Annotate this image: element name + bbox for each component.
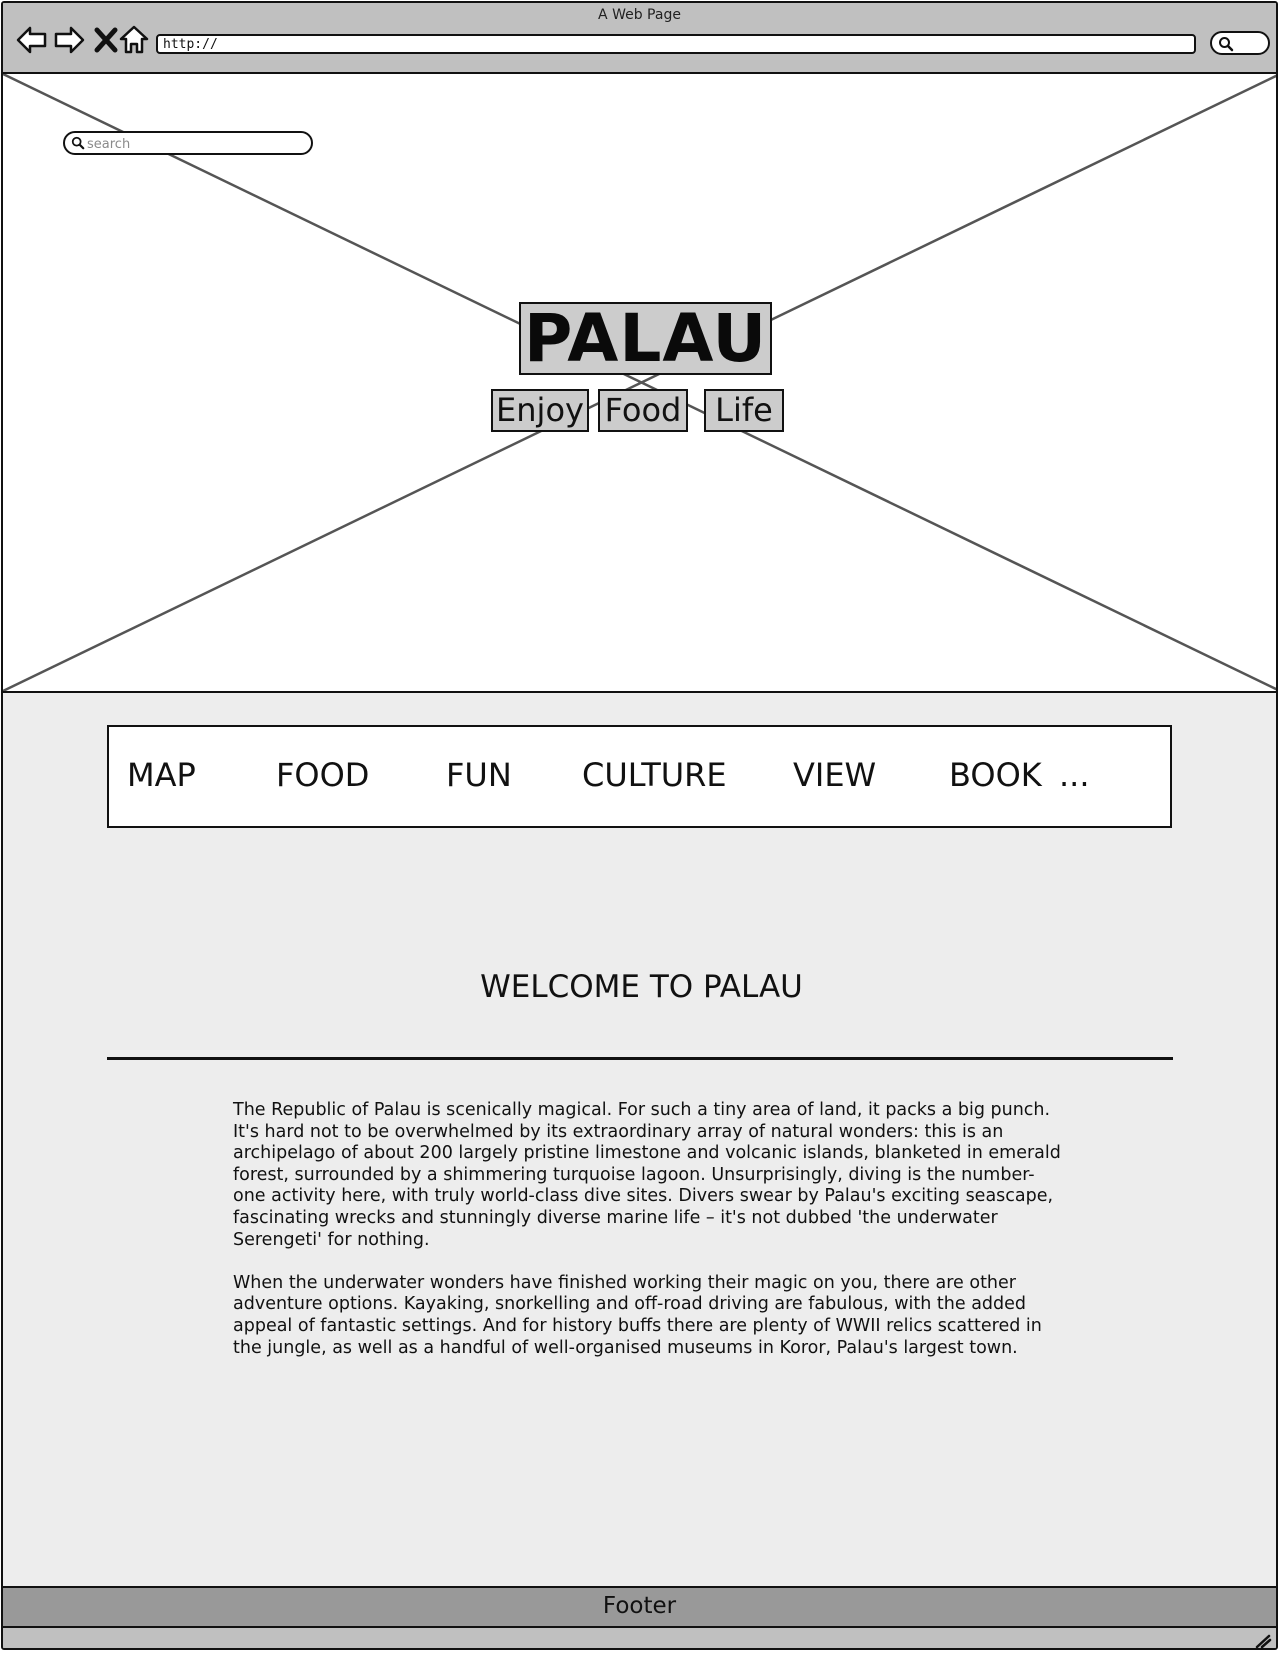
search-icon: [1219, 37, 1234, 52]
intro-paragraph: The Republic of Palau is scenically magi…: [233, 1100, 1061, 1250]
nav-item-view[interactable]: VIEW: [793, 755, 876, 795]
nav-item-map[interactable]: MAP: [127, 755, 196, 795]
site-search-field[interactable]: [63, 131, 313, 155]
forward-arrow-icon[interactable]: [52, 23, 86, 57]
search-input[interactable]: [85, 134, 309, 154]
intro-paragraph: When the underwater wonders have finishe…: [233, 1272, 1042, 1358]
nav-item-book[interactable]: BOOK: [949, 755, 1042, 795]
hero-image-placeholder: PALAU Enjoy Food Life: [3, 74, 1276, 693]
page-footer: Footer: [3, 1586, 1276, 1628]
image-placeholder-cross: [3, 74, 1276, 691]
nav-item-fun[interactable]: FUN: [446, 755, 512, 795]
search-icon: [71, 136, 85, 150]
browser-toolbar: A Web Page: [3, 3, 1276, 74]
main-navigation: MAP FOOD FUN CULTURE VIEW BOOK ...: [107, 725, 1172, 828]
browser-status-bar: [3, 1628, 1276, 1649]
home-icon[interactable]: [117, 23, 151, 57]
nav-item-food[interactable]: FOOD: [276, 755, 369, 795]
window-title: A Web Page: [598, 7, 681, 23]
resize-grip-icon[interactable]: [1254, 1633, 1272, 1649]
browser-search-field[interactable]: [1210, 31, 1270, 55]
tag-life[interactable]: Life: [704, 389, 784, 432]
site-brand-title: PALAU: [519, 302, 772, 375]
nav-item-culture[interactable]: CULTURE: [582, 755, 727, 795]
tag-enjoy[interactable]: Enjoy: [491, 389, 589, 432]
back-arrow-icon[interactable]: [15, 23, 49, 57]
tag-food[interactable]: Food: [598, 389, 688, 432]
browser-window: A Web Page http:// search PALAU Enjoy Fo…: [1, 1, 1278, 1650]
page-heading: WELCOME TO PALAU: [480, 969, 803, 1005]
address-bar[interactable]: [156, 34, 1196, 54]
nav-item-more[interactable]: ...: [1059, 755, 1090, 795]
section-divider: [107, 1057, 1173, 1060]
intro-text: The Republic of Palau is scenically magi…: [233, 1100, 1063, 1381]
